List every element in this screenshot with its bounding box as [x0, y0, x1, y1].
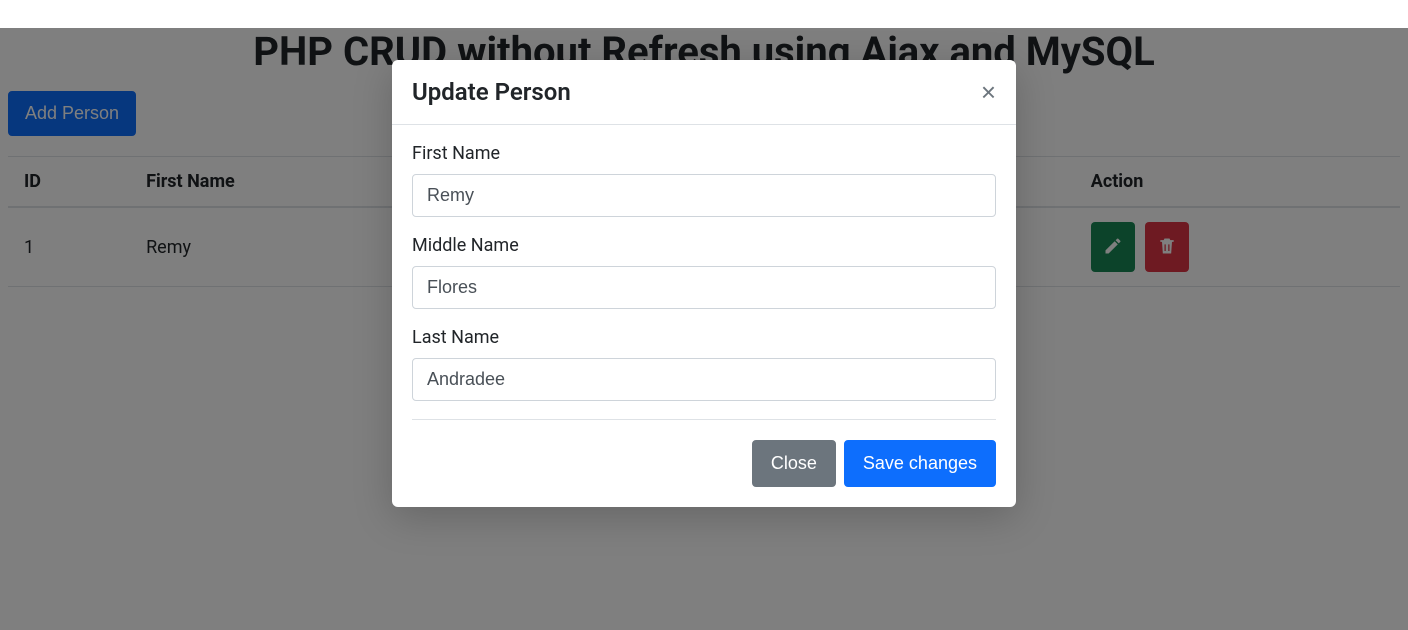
middle-name-input[interactable] — [412, 266, 996, 309]
close-button[interactable]: Close — [752, 440, 836, 487]
last-name-label: Last Name — [412, 327, 996, 348]
update-person-modal: Update Person × First Name Middle Name L… — [392, 60, 1016, 507]
modal-title: Update Person — [412, 78, 571, 106]
middle-name-label: Middle Name — [412, 235, 996, 256]
first-name-input[interactable] — [412, 174, 996, 217]
modal-divider — [412, 419, 996, 420]
last-name-input[interactable] — [412, 358, 996, 401]
first-name-label: First Name — [412, 143, 996, 164]
save-changes-button[interactable]: Save changes — [844, 440, 996, 487]
modal-backdrop[interactable]: Update Person × First Name Middle Name L… — [0, 28, 1408, 630]
close-icon[interactable]: × — [981, 79, 996, 105]
